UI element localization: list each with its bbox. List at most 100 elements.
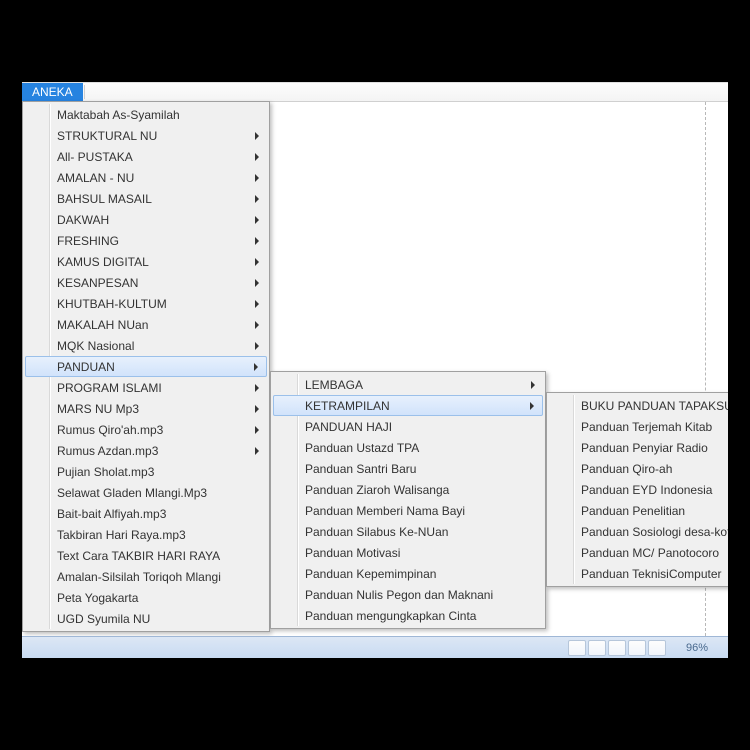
- view-button-5[interactable]: [648, 640, 666, 656]
- menu-item[interactable]: PROGRAM ISLAMI: [25, 377, 267, 398]
- menu-item[interactable]: Text Cara TAKBIR HARI RAYA: [25, 545, 267, 566]
- menu-item[interactable]: PANDUAN: [25, 356, 267, 377]
- menu-item[interactable]: Panduan Qiro-ah: [549, 458, 728, 479]
- menu-item[interactable]: Panduan Terjemah Kitab: [549, 416, 728, 437]
- menu-item[interactable]: Panduan Memberi Nama Bayi: [273, 500, 543, 521]
- chevron-right-icon: [255, 237, 259, 245]
- menu-item[interactable]: Panduan EYD Indonesia: [549, 479, 728, 500]
- menu-item[interactable]: Panduan Silabus Ke-NUan: [273, 521, 543, 542]
- menu-item[interactable]: MARS NU Mp3: [25, 398, 267, 419]
- menu-item[interactable]: STRUKTURAL NU: [25, 125, 267, 146]
- menu-item-label: MARS NU Mp3: [57, 402, 139, 416]
- menu-item-label: Panduan Penelitian: [581, 504, 685, 518]
- menu-item-label: MQK Nasional: [57, 339, 134, 353]
- dropdown-menu-aneka: Maktabah As-Syamilah STRUKTURAL NU All- PU…: [22, 101, 270, 632]
- submenu-ketrampilan: BUKU PANDUAN TAPAKSUCI Panduan Terjemah K…: [546, 392, 728, 587]
- menu-item[interactable]: Panduan Motivasi: [273, 542, 543, 563]
- menu-item[interactable]: Panduan Kepemimpinan: [273, 563, 543, 584]
- menu-item[interactable]: Panduan Nulis Pegon dan Maknani: [273, 584, 543, 605]
- menu-item-label: Panduan EYD Indonesia: [581, 483, 712, 497]
- menu-item-label: Panduan Memberi Nama Bayi: [305, 504, 465, 518]
- menu-item-label: UGD Syumila NU: [57, 612, 150, 626]
- menu-item[interactable]: AMALAN - NU: [25, 167, 267, 188]
- menu-item-label: Bait-bait Alfiyah.mp3: [57, 507, 166, 521]
- menu-item-label: Rumus Azdan.mp3: [57, 444, 158, 458]
- menu-item[interactable]: FRESHING: [25, 230, 267, 251]
- menu-item-label: BUKU PANDUAN TAPAKSUCI: [581, 399, 728, 413]
- menubar-item-aneka[interactable]: ANEKA: [22, 83, 83, 101]
- menu-item-label: Panduan MC/ Panotocoro: [581, 546, 719, 560]
- menu-item-label: Takbiran Hari Raya.mp3: [57, 528, 186, 542]
- menu-item[interactable]: Takbiran Hari Raya.mp3: [25, 524, 267, 545]
- menu-item-label: Panduan Silabus Ke-NUan: [305, 525, 448, 539]
- menu-item-label: KETRAMPILAN: [305, 399, 390, 413]
- menu-item-label: Text Cara TAKBIR HARI RAYA: [57, 549, 220, 563]
- menu-item-label: LEMBAGA: [305, 378, 363, 392]
- chevron-right-icon: [255, 447, 259, 455]
- menu-item[interactable]: DAKWAH: [25, 209, 267, 230]
- menu-item[interactable]: MAKALAH NUan: [25, 314, 267, 335]
- menu-item-label: Panduan TeknisiComputer: [581, 567, 722, 581]
- menu-item[interactable]: Panduan Penelitian: [549, 500, 728, 521]
- menu-item[interactable]: Rumus Qiro'ah.mp3: [25, 419, 267, 440]
- menu-item[interactable]: UGD Syumila NU: [25, 608, 267, 629]
- menu-item-label: MAKALAH NUan: [57, 318, 148, 332]
- menu-item-label: Panduan Qiro-ah: [581, 462, 672, 476]
- view-button-3[interactable]: [608, 640, 626, 656]
- outer-frame: ANEKA Maktabah As-Syamilah STRUKTURAL NU A…: [0, 0, 750, 750]
- menu-item[interactable]: LEMBAGA: [273, 374, 543, 395]
- chevron-right-icon: [255, 258, 259, 266]
- menu-item-label: PANDUAN HAJI: [305, 420, 392, 434]
- chevron-right-icon: [255, 174, 259, 182]
- chevron-right-icon: [255, 384, 259, 392]
- menu-item[interactable]: Panduan Ustazd TPA: [273, 437, 543, 458]
- zoom-level[interactable]: 96%: [686, 642, 708, 654]
- menu-item[interactable]: Maktabah As-Syamilah: [25, 104, 267, 125]
- submenu-panduan: LEMBAGA KETRAMPILAN PANDUAN HAJI Panduan Us…: [270, 371, 546, 629]
- menu-item[interactable]: Amalan-Silsilah Toriqoh Mlangi: [25, 566, 267, 587]
- menu-item[interactable]: Panduan Santri Baru: [273, 458, 543, 479]
- menu-item-label: STRUKTURAL NU: [57, 129, 157, 143]
- menu-item[interactable]: Panduan MC/ Panotocoro: [549, 542, 728, 563]
- chevron-right-icon: [255, 132, 259, 140]
- menu-item-label: Panduan Kepemimpinan: [305, 567, 436, 581]
- menu-item[interactable]: Peta Yogakarta: [25, 587, 267, 608]
- chevron-right-icon: [255, 426, 259, 434]
- menu-item[interactable]: Bait-bait Alfiyah.mp3: [25, 503, 267, 524]
- menu-item[interactable]: KESANPESAN: [25, 272, 267, 293]
- menu-item[interactable]: Selawat Gladen Mlangi.Mp3: [25, 482, 267, 503]
- menu-item[interactable]: Panduan TeknisiComputer: [549, 563, 728, 584]
- menu-item-label: Panduan Santri Baru: [305, 462, 416, 476]
- statusbar: 96%: [22, 636, 728, 658]
- app-window: ANEKA Maktabah As-Syamilah STRUKTURAL NU A…: [22, 82, 728, 658]
- menu-item[interactable]: BAHSUL MASAIL: [25, 188, 267, 209]
- menu-item-label: Panduan mengungkapkan Cinta: [305, 609, 476, 623]
- menu-item-label: PANDUAN: [57, 360, 115, 374]
- menu-item-label: KESANPESAN: [57, 276, 138, 290]
- menu-item[interactable]: KAMUS DIGITAL: [25, 251, 267, 272]
- view-button-1[interactable]: [568, 640, 586, 656]
- menu-item-label: DAKWAH: [57, 213, 109, 227]
- view-button-2[interactable]: [588, 640, 606, 656]
- menu-item[interactable]: Panduan mengungkapkan Cinta: [273, 605, 543, 626]
- menu-item[interactable]: All- PUSTAKA: [25, 146, 267, 167]
- view-button-4[interactable]: [628, 640, 646, 656]
- menu-item[interactable]: Pujian Sholat.mp3: [25, 461, 267, 482]
- chevron-right-icon: [255, 321, 259, 329]
- menubar: ANEKA: [22, 82, 728, 102]
- menu-item[interactable]: KETRAMPILAN: [273, 395, 543, 416]
- menu-item[interactable]: Rumus Azdan.mp3: [25, 440, 267, 461]
- menubar-separator: [84, 85, 85, 99]
- menu-item[interactable]: KHUTBAH-KULTUM: [25, 293, 267, 314]
- menu-item[interactable]: Panduan Sosiologi desa-kota: [549, 521, 728, 542]
- menu-item[interactable]: PANDUAN HAJI: [273, 416, 543, 437]
- menu-item[interactable]: Panduan Ziaroh Walisanga: [273, 479, 543, 500]
- menu-item-label: KAMUS DIGITAL: [57, 255, 149, 269]
- menu-item-label: Panduan Ustazd TPA: [305, 441, 419, 455]
- menu-item-label: KHUTBAH-KULTUM: [57, 297, 167, 311]
- menu-item[interactable]: BUKU PANDUAN TAPAKSUCI: [549, 395, 728, 416]
- menu-item[interactable]: MQK Nasional: [25, 335, 267, 356]
- menu-item-label: Amalan-Silsilah Toriqoh Mlangi: [57, 570, 221, 584]
- menu-item[interactable]: Panduan Penyiar Radio: [549, 437, 728, 458]
- menu-item-label: Selawat Gladen Mlangi.Mp3: [57, 486, 207, 500]
